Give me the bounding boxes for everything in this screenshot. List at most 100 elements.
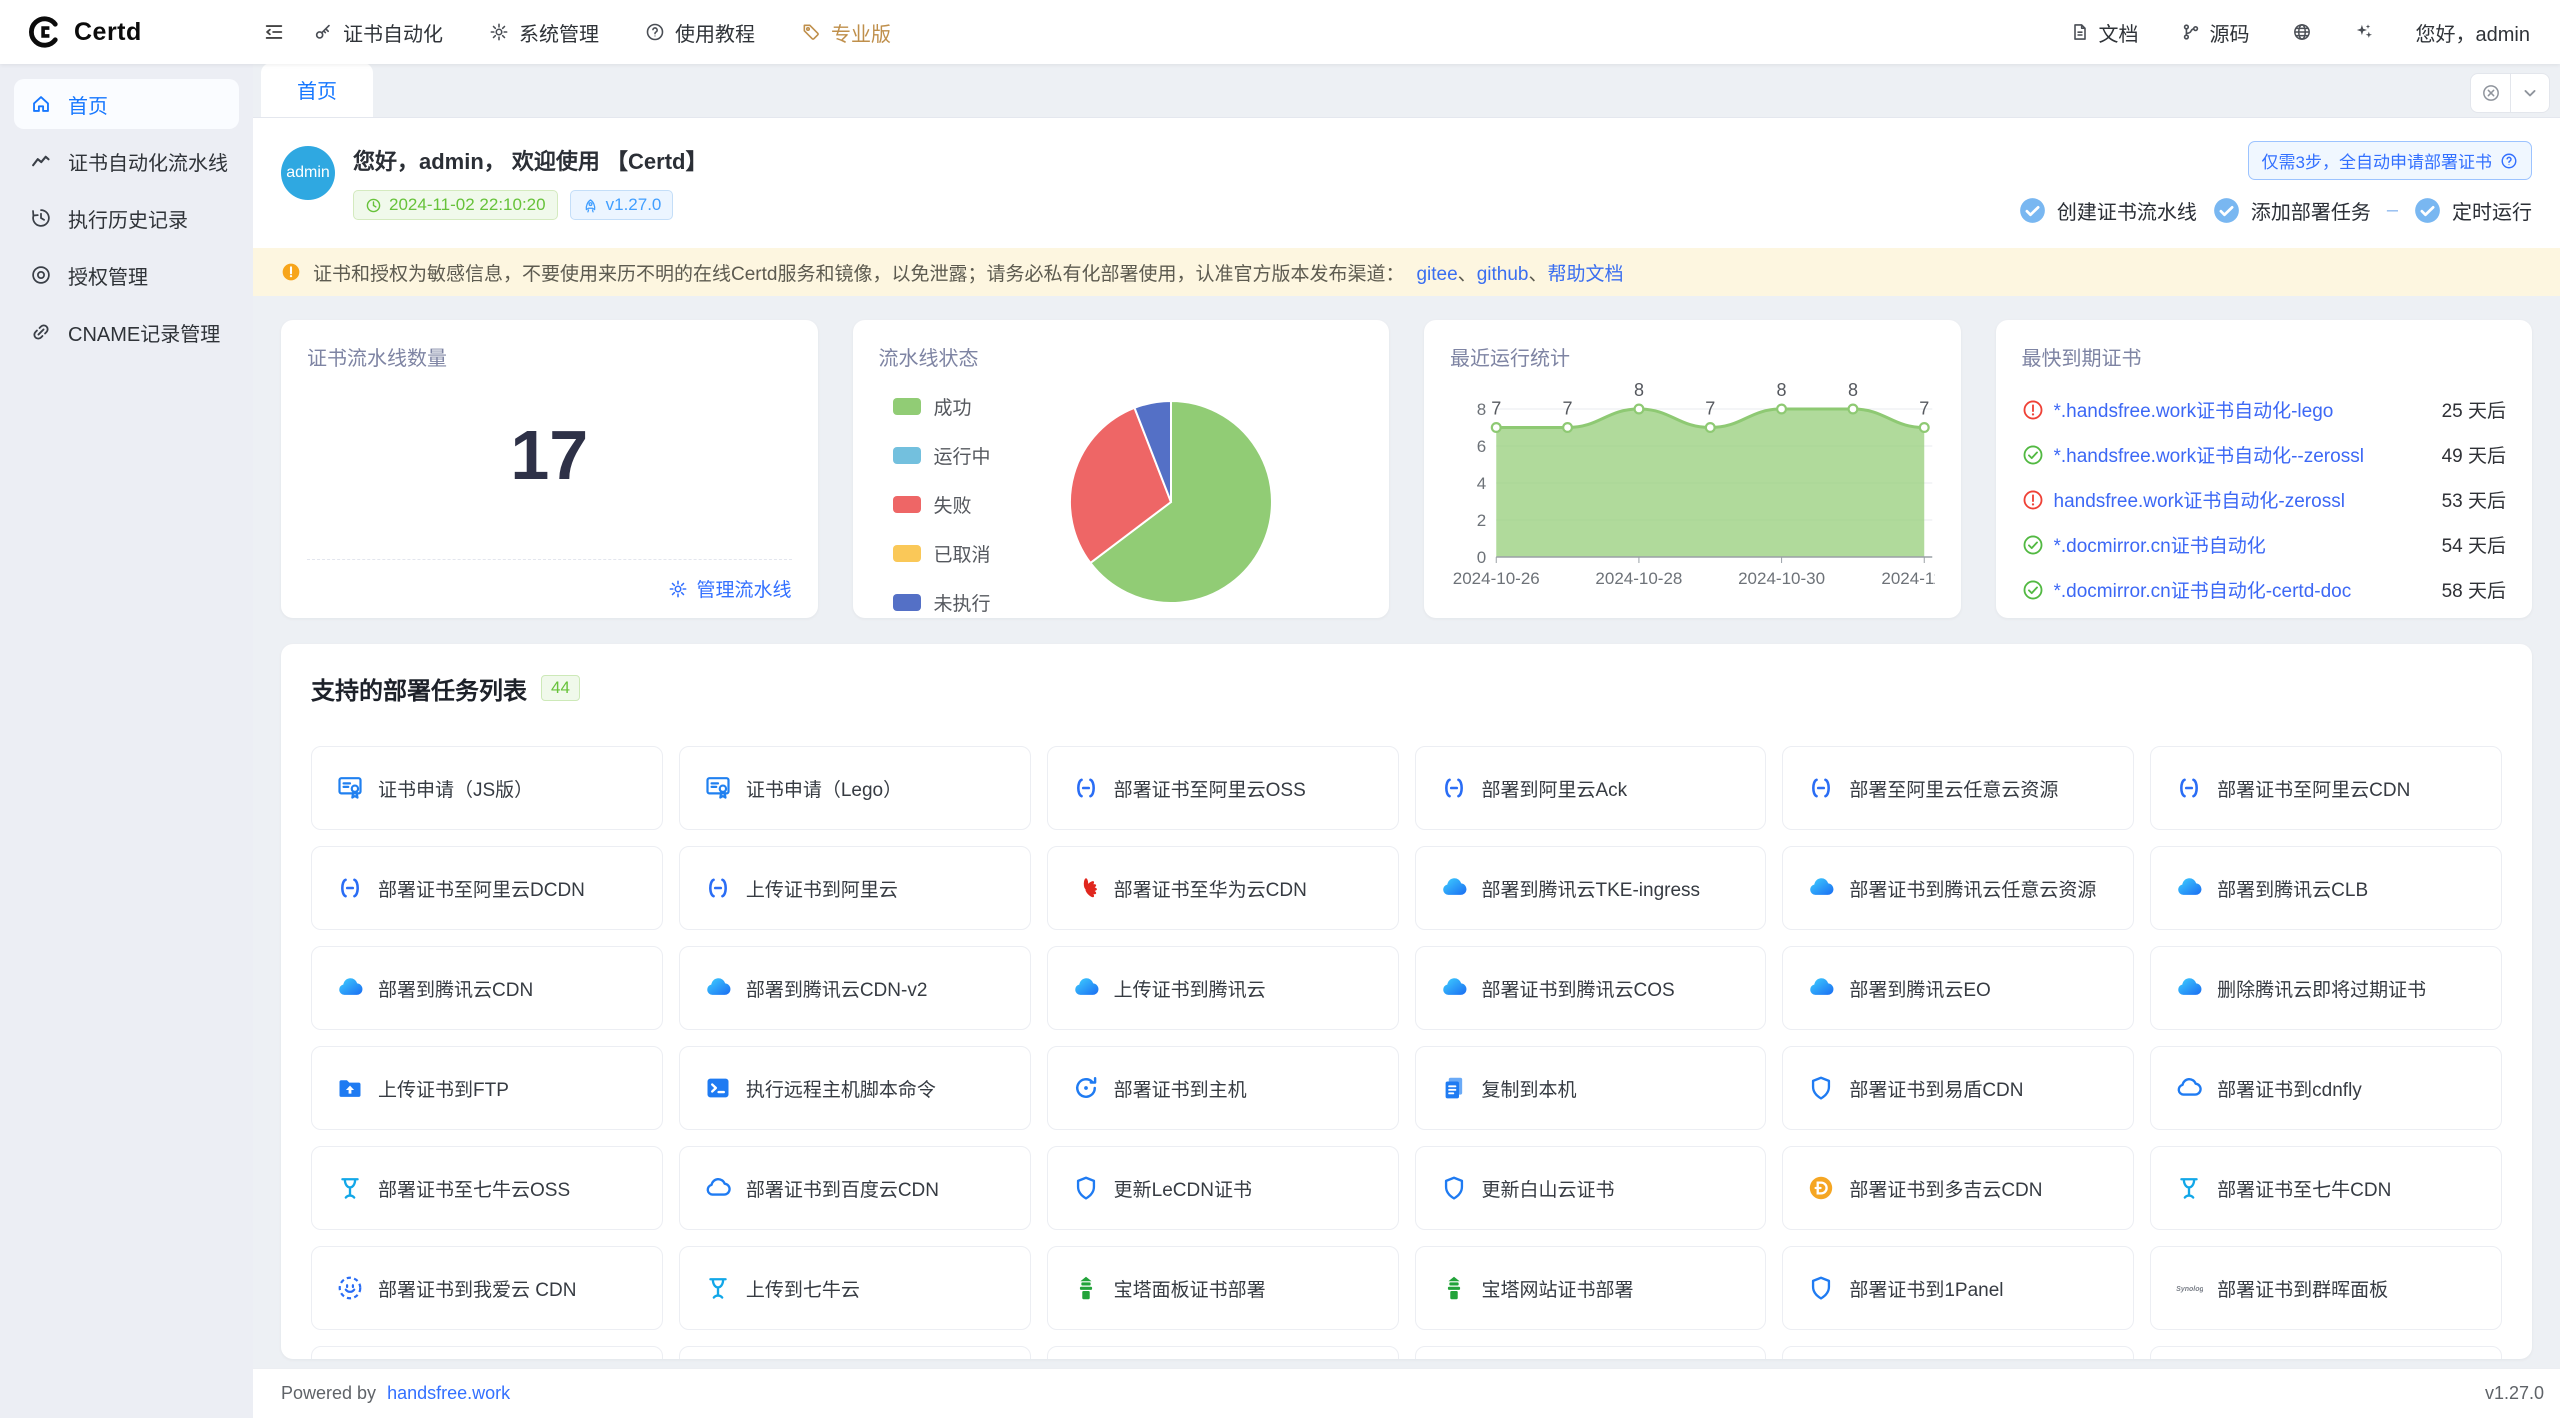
deploy-task-部署证书至阿里云DCDN[interactable]: 部署证书至阿里云DCDN	[311, 846, 663, 930]
deploy-task-部署到腾讯云TKE-ingress[interactable]: 部署到腾讯云TKE-ingress	[1415, 846, 1767, 930]
deploy-task-上传证书到腾讯云[interactable]: 上传证书到腾讯云	[1047, 946, 1399, 1030]
deploy-task-clipped[interactable]	[2150, 1346, 2502, 1359]
nav-right-文档[interactable]: 文档	[2070, 18, 2139, 47]
deploy-task-部署证书至七牛云OSS[interactable]: 部署证书至七牛云OSS	[311, 1146, 663, 1230]
deploy-task-宝塔面板证书部署[interactable]: 宝塔面板证书部署	[1047, 1246, 1399, 1330]
deploy-task-部署证书到1Panel[interactable]: 部署证书到1Panel	[1782, 1246, 2134, 1330]
close-tabs-button[interactable]	[2471, 74, 2510, 112]
deploy-task-部署证书至阿里云CDN[interactable]: 部署证书至阿里云CDN	[2150, 746, 2502, 830]
brand[interactable]: Certd	[0, 14, 253, 50]
deploy-task-宝塔网站证书部署[interactable]: 宝塔网站证书部署	[1415, 1246, 1767, 1330]
host-refresh-icon	[1072, 1074, 1100, 1102]
sidebar-item-CNAME记录管理[interactable]: CNAME记录管理	[14, 307, 239, 357]
alert-link-github[interactable]: github	[1477, 264, 1529, 285]
tab-home[interactable]: 首页	[261, 63, 373, 117]
recent-runs-title: 最近运行统计	[1450, 342, 1935, 371]
clock-icon	[365, 197, 382, 214]
deploy-task-部署证书到多吉云CDN[interactable]: 部署证书到多吉云CDN	[1782, 1146, 2134, 1230]
warning-icon	[281, 262, 301, 282]
deploy-task-部署证书到易盾CDN[interactable]: 部署证书到易盾CDN	[1782, 1046, 2134, 1130]
deploy-task-部署证书至华为云CDN[interactable]: 部署证书至华为云CDN	[1047, 846, 1399, 930]
quick-step-1[interactable]: 创建证书流水线	[2019, 196, 2197, 225]
deploy-task-部署证书到主机[interactable]: 部署证书到主机	[1047, 1046, 1399, 1130]
deploy-task-证书申请（JS版）[interactable]: 证书申请（JS版）	[311, 746, 663, 830]
user-greeting[interactable]: 您好，admin	[2416, 18, 2530, 47]
deploy-task-部署证书到腾讯云任意云资源[interactable]: 部署证书到腾讯云任意云资源	[1782, 846, 2134, 930]
pro-badge-icon	[801, 22, 821, 42]
deploy-tasks-card: 支持的部署任务列表 44 证书申请（JS版）证书申请（Lego）部署证书至阿里云…	[281, 644, 2532, 1359]
alert-link-gitee[interactable]: gitee	[1416, 264, 1457, 285]
sparkles-icon	[2354, 22, 2374, 42]
tab-bar: 首页	[253, 64, 2560, 118]
deploy-task-更新白山云证书[interactable]: 更新白山云证书	[1415, 1146, 1767, 1230]
baota-icon	[1440, 1274, 1468, 1302]
expiring-cert-row: *.docmirror.cn证书自动化54 天后	[2022, 522, 2507, 567]
cert-link[interactable]: *.handsfree.work证书自动化-lego	[2054, 396, 2432, 423]
deploy-task-部署证书到cdnfly[interactable]: 部署证书到cdnfly	[2150, 1046, 2502, 1130]
deploy-task-上传到七牛云[interactable]: 上传到七牛云	[679, 1246, 1031, 1330]
deploy-task-部署证书至七牛CDN[interactable]: 部署证书至七牛CDN	[2150, 1146, 2502, 1230]
quick-step-3[interactable]: 定时运行	[2414, 196, 2532, 225]
deploy-task-上传证书到阿里云[interactable]: 上传证书到阿里云	[679, 846, 1031, 930]
deploy-task-证书申请（Lego）[interactable]: 证书申请（Lego）	[679, 746, 1031, 830]
manage-pipelines-link[interactable]: 管理流水线	[668, 575, 791, 602]
sidebar-item-证书自动化流水线[interactable]: 证书自动化流水线	[14, 136, 239, 186]
home-icon	[30, 93, 52, 115]
tab-home-label: 首页	[297, 81, 337, 103]
legend-item-运行中[interactable]: 运行中	[893, 442, 991, 469]
guide-badge[interactable]: 仅需3步，全自动申请部署证书	[2248, 141, 2532, 180]
nav-menu-系统管理[interactable]: 系统管理	[489, 18, 599, 47]
app-title: Certd	[74, 18, 142, 47]
deploy-task-部署至阿里云任意云资源[interactable]: 部署至阿里云任意云资源	[1782, 746, 2134, 830]
collapse-sidebar-icon[interactable]	[263, 21, 285, 43]
deploy-task-clipped[interactable]	[1782, 1346, 2134, 1359]
svg-text:4: 4	[1477, 474, 1486, 493]
deploy-task-clipped[interactable]	[1047, 1346, 1399, 1359]
cert-link[interactable]: handsfree.work证书自动化-zerossl	[2054, 486, 2432, 513]
deploy-task-部署证书到我爱云 CDN[interactable]: 部署证书到我爱云 CDN	[311, 1246, 663, 1330]
language-globe[interactable]	[2292, 22, 2312, 42]
legend-item-成功[interactable]: 成功	[893, 393, 991, 420]
theme-sparkles[interactable]	[2354, 22, 2374, 42]
tab-menu-button[interactable]	[2510, 74, 2549, 112]
deploy-task-部署到阿里云Ack[interactable]: 部署到阿里云Ack	[1415, 746, 1767, 830]
deploy-task-删除腾讯云即将过期证书[interactable]: 删除腾讯云即将过期证书	[2150, 946, 2502, 1030]
quick-steps: 创建证书流水线添加部署任务–定时运行	[2019, 196, 2532, 225]
nav-right-源码[interactable]: 源码	[2181, 18, 2250, 47]
qiniu-icon	[2175, 1174, 2203, 1202]
alert-link-帮助文档[interactable]: 帮助文档	[1547, 264, 1623, 285]
deploy-task-上传证书到FTP[interactable]: 上传证书到FTP	[311, 1046, 663, 1130]
deploy-task-部署到腾讯云EO[interactable]: 部署到腾讯云EO	[1782, 946, 2134, 1030]
deploy-task-部署到腾讯云CDN[interactable]: 部署到腾讯云CDN	[311, 946, 663, 1030]
avatar[interactable]: admin	[281, 146, 335, 200]
sidebar-item-首页[interactable]: 首页	[14, 79, 239, 129]
deploy-task-部署证书到腾讯云COS[interactable]: 部署证书到腾讯云COS	[1415, 946, 1767, 1030]
deploy-task-部署证书到百度云CDN[interactable]: 部署证书到百度云CDN	[679, 1146, 1031, 1230]
legend-item-失败[interactable]: 失败	[893, 491, 991, 518]
deploy-task-部署证书到群晖面板[interactable]: Synology部署证书到群晖面板	[2150, 1246, 2502, 1330]
quick-step-2[interactable]: 添加部署任务	[2213, 196, 2371, 225]
cert-link[interactable]: *.docmirror.cn证书自动化-certd-doc	[2054, 576, 2432, 603]
deploy-task-部署到腾讯云CLB[interactable]: 部署到腾讯云CLB	[2150, 846, 2502, 930]
handsfree-link[interactable]: handsfree.work	[387, 1383, 510, 1403]
cert-link[interactable]: *.docmirror.cn证书自动化	[2054, 531, 2432, 558]
version-tag[interactable]: v1.27.0	[570, 190, 674, 220]
deploy-task-clipped[interactable]	[311, 1346, 663, 1359]
deploy-task-部署证书至阿里云OSS[interactable]: 部署证书至阿里云OSS	[1047, 746, 1399, 830]
deploy-task-执行远程主机脚本命令[interactable]: 执行远程主机脚本命令	[679, 1046, 1031, 1130]
question-icon	[645, 22, 665, 42]
deploy-task-部署到腾讯云CDN-v2[interactable]: 部署到腾讯云CDN-v2	[679, 946, 1031, 1030]
cert-link[interactable]: *.handsfree.work证书自动化--zerossl	[2054, 441, 2432, 468]
deploy-task-复制到本机[interactable]: 复制到本机	[1415, 1046, 1767, 1130]
sidebar-item-执行历史记录[interactable]: 执行历史记录	[14, 193, 239, 243]
nav-menu-专业版[interactable]: 专业版	[801, 18, 891, 47]
deploy-task-clipped[interactable]	[679, 1346, 1031, 1359]
deploy-task-更新LeCDN证书[interactable]: 更新LeCDN证书	[1047, 1146, 1399, 1230]
deploy-task-clipped[interactable]	[1415, 1346, 1767, 1359]
nav-menu-证书自动化[interactable]: 证书自动化	[313, 18, 443, 47]
sidebar-item-授权管理[interactable]: 授权管理	[14, 250, 239, 300]
legend-item-已取消[interactable]: 已取消	[893, 540, 991, 567]
nav-menu-使用教程[interactable]: 使用教程	[645, 18, 755, 47]
tencent-cloud-icon	[704, 974, 732, 1002]
legend-item-未执行[interactable]: 未执行	[893, 589, 991, 616]
